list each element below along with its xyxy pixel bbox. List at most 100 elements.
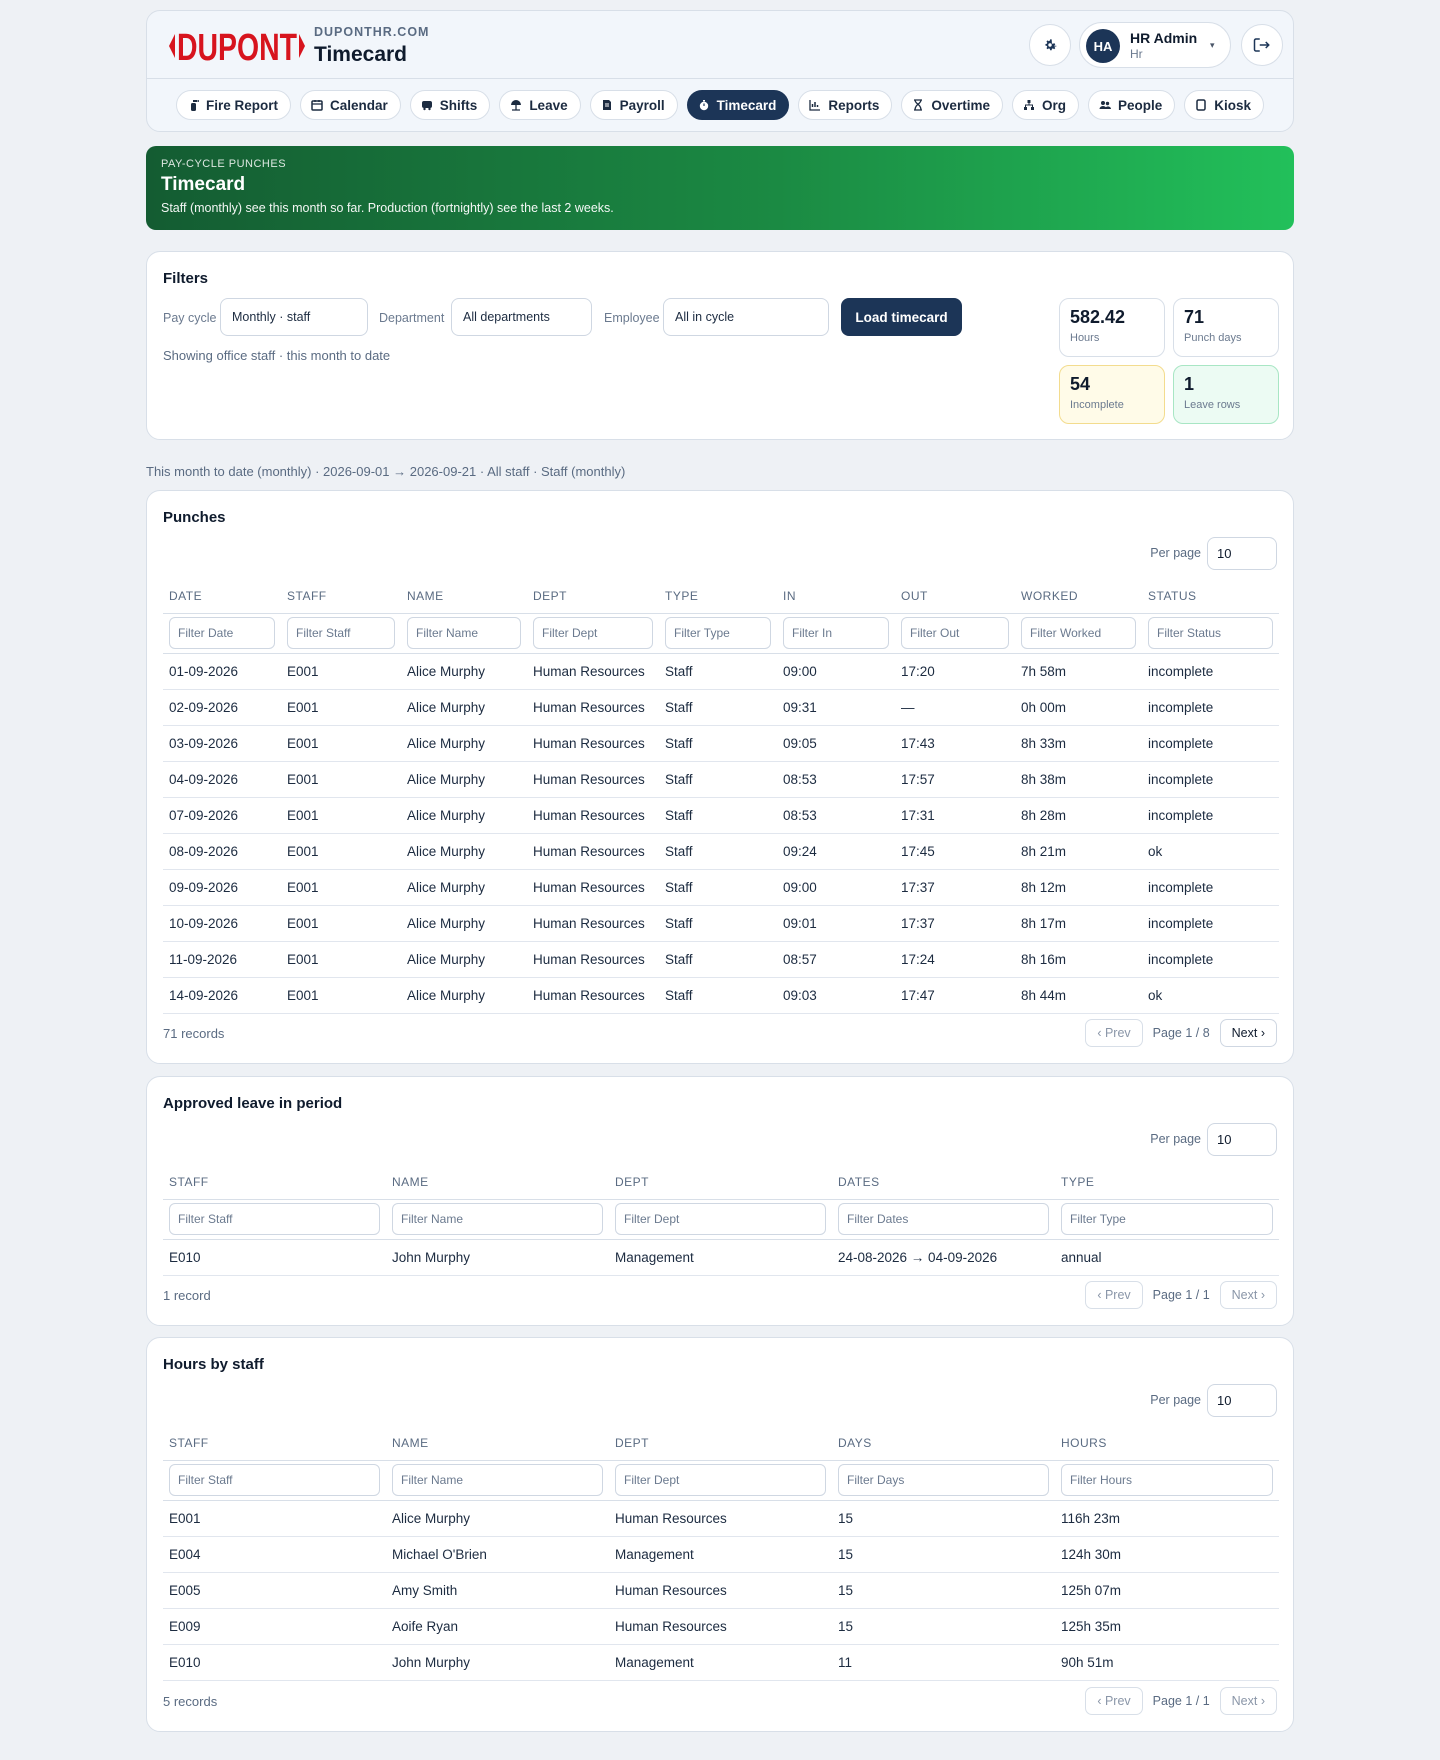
table-row[interactable]: 07-09-2026 E001 Alice Murphy Human Resource… — [163, 797, 1279, 834]
nav-overtime[interactable]: Overtime — [901, 90, 1003, 120]
column-filter-input[interactable]: Filter Staff — [169, 1464, 380, 1496]
per-page-input[interactable]: 10 — [1207, 1123, 1277, 1156]
load-timecard-button[interactable]: Load timecard — [841, 298, 962, 336]
table-row[interactable]: 09-09-2026 E001 Alice Murphy Human Resource… — [163, 869, 1279, 906]
nav-shifts[interactable]: Shifts — [409, 90, 491, 120]
table-cell: 8h 21m — [1015, 833, 1142, 870]
column-filter-input[interactable]: Filter Dates — [838, 1203, 1049, 1235]
column-filter-input[interactable]: Filter Name — [407, 617, 521, 649]
column-header[interactable]: NAME — [401, 579, 527, 614]
column-header[interactable]: HOURS — [1055, 1426, 1279, 1461]
table-row[interactable]: E010 John Murphy Management 11 90h 51m — [163, 1644, 1279, 1681]
column-header[interactable]: DEPT — [527, 579, 659, 614]
column-filter-input[interactable]: Filter Dept — [615, 1203, 826, 1235]
column-filter-input[interactable]: Filter In — [783, 617, 889, 649]
table-cell: Human Resources — [609, 1608, 832, 1645]
table-row[interactable]: E005 Amy Smith Human Resources 15 125h 07m — [163, 1572, 1279, 1609]
users-icon — [1099, 101, 1111, 109]
column-header[interactable]: DAYS — [832, 1426, 1055, 1461]
table-row[interactable]: E001 Alice Murphy Human Resources 15 116h 23… — [163, 1500, 1279, 1537]
column-filter-input[interactable]: Filter Date — [169, 617, 275, 649]
nav-calendar[interactable]: Calendar — [300, 90, 401, 120]
table-row[interactable]: 01-09-2026 E001 Alice Murphy Human Resource… — [163, 653, 1279, 690]
column-filter-input[interactable]: Filter Name — [392, 1203, 603, 1235]
prev-page-button[interactable]: ‹ Prev — [1085, 1019, 1143, 1047]
table-cell: 04-09-2026 — [163, 761, 281, 798]
column-filter-input[interactable]: Filter Staff — [287, 617, 395, 649]
gear-icon — [1045, 39, 1057, 51]
table-cell: Alice Murphy — [401, 761, 527, 798]
dupont-logo[interactable]: DUPONT — [161, 24, 313, 68]
table-row[interactable]: 02-09-2026 E001 Alice Murphy Human Resource… — [163, 689, 1279, 726]
column-header[interactable]: DATE — [163, 579, 281, 614]
column-header[interactable]: DATES — [832, 1165, 1055, 1200]
column-header[interactable]: STATUS — [1142, 579, 1279, 614]
table-row[interactable]: E004 Michael O'Brien Management 15 124h 30m — [163, 1536, 1279, 1573]
table-cell: ok — [1142, 833, 1279, 870]
column-header[interactable]: TYPE — [1055, 1165, 1279, 1200]
department-select[interactable]: All departments — [451, 298, 592, 336]
column-header[interactable]: STAFF — [163, 1426, 386, 1461]
column-filter-input[interactable]: Filter Name — [392, 1464, 603, 1496]
column-header[interactable]: NAME — [386, 1165, 609, 1200]
nav-people[interactable]: People — [1087, 90, 1176, 120]
table-row[interactable]: 03-09-2026 E001 Alice Murphy Human Resource… — [163, 725, 1279, 762]
table-row[interactable]: 10-09-2026 E001 Alice Murphy Human Resource… — [163, 905, 1279, 942]
column-filter-input[interactable]: Filter Out — [901, 617, 1009, 649]
employee-select[interactable]: All in cycle — [663, 298, 829, 336]
column-header[interactable]: DEPT — [609, 1165, 832, 1200]
nav-payroll[interactable]: Payroll — [589, 90, 678, 120]
table-cell: 09:01 — [777, 905, 895, 942]
prev-page-button[interactable]: ‹ Prev — [1085, 1281, 1143, 1309]
nav-reports[interactable]: Reports — [798, 90, 893, 120]
column-header[interactable]: NAME — [386, 1426, 609, 1461]
column-filter-input[interactable]: Filter Dept — [533, 617, 653, 649]
nav-label: Reports — [828, 97, 880, 113]
column-filter-input[interactable]: Filter Dept — [615, 1464, 826, 1496]
per-page-input[interactable]: 10 — [1207, 1384, 1277, 1417]
next-page-button[interactable]: Next › — [1219, 1019, 1277, 1047]
table-row[interactable]: 08-09-2026 E001 Alice Murphy Human Resource… — [163, 833, 1279, 870]
nav-org[interactable]: Org — [1011, 90, 1079, 120]
settings-button[interactable] — [1029, 24, 1071, 66]
table-row[interactable]: E010 John Murphy Management 24-08-2026 → 04… — [163, 1239, 1279, 1276]
nav-fire-report[interactable]: Fire Report — [176, 90, 292, 120]
table-row[interactable]: E009 Aoife Ryan Human Resources 15 125h 35m — [163, 1608, 1279, 1645]
column-header[interactable]: STAFF — [163, 1165, 386, 1200]
next-page-button[interactable]: Next › — [1219, 1687, 1277, 1715]
user-menu[interactable]: HA HR Admin Hr ▾ — [1079, 22, 1231, 68]
column-header[interactable]: WORKED — [1015, 579, 1142, 614]
prev-page-button[interactable]: ‹ Prev — [1085, 1687, 1143, 1715]
column-filter-input[interactable]: Filter Days — [838, 1464, 1049, 1496]
nav-kiosk[interactable]: Kiosk — [1184, 90, 1264, 120]
column-filter-input[interactable]: Filter Staff — [169, 1203, 380, 1235]
column-filter-input[interactable]: Filter Type — [665, 617, 771, 649]
table-cell: 116h 23m — [1055, 1500, 1279, 1537]
table-cell: Alice Murphy — [401, 869, 527, 906]
per-page-label: Per page — [1150, 1132, 1201, 1146]
column-filter-input[interactable]: Filter Status — [1148, 617, 1273, 649]
table-cell: 15 — [832, 1500, 1055, 1537]
column-header[interactable]: TYPE — [659, 579, 777, 614]
table-cell: Human Resources — [527, 653, 659, 690]
table-row[interactable]: 14-09-2026 E001 Alice Murphy Human Resource… — [163, 977, 1279, 1014]
column-header[interactable]: OUT — [895, 579, 1015, 614]
nav-leave[interactable]: Leave — [499, 90, 581, 120]
logout-button[interactable] — [1241, 24, 1283, 66]
nav-label: Org — [1041, 97, 1066, 113]
table-row[interactable]: 11-09-2026 E001 Alice Murphy Human Resource… — [163, 941, 1279, 978]
table-row[interactable]: 04-09-2026 E001 Alice Murphy Human Resource… — [163, 761, 1279, 798]
record-count: 1 record — [163, 1288, 211, 1303]
column-filter-input[interactable]: Filter Worked — [1021, 617, 1136, 649]
tablet-icon — [1196, 99, 1206, 111]
next-page-button[interactable]: Next › — [1219, 1281, 1277, 1309]
nav-label: Timecard — [716, 97, 777, 113]
per-page-input[interactable]: 10 — [1207, 537, 1277, 570]
pay-cycle-select[interactable]: Monthly · staff — [220, 298, 368, 336]
column-filter-input[interactable]: Filter Type — [1061, 1203, 1273, 1235]
column-header[interactable]: DEPT — [609, 1426, 832, 1461]
column-header[interactable]: IN — [777, 579, 895, 614]
nav-timecard[interactable]: Timecard — [686, 90, 790, 120]
column-filter-input[interactable]: Filter Hours — [1061, 1464, 1273, 1496]
column-header[interactable]: STAFF — [281, 579, 401, 614]
